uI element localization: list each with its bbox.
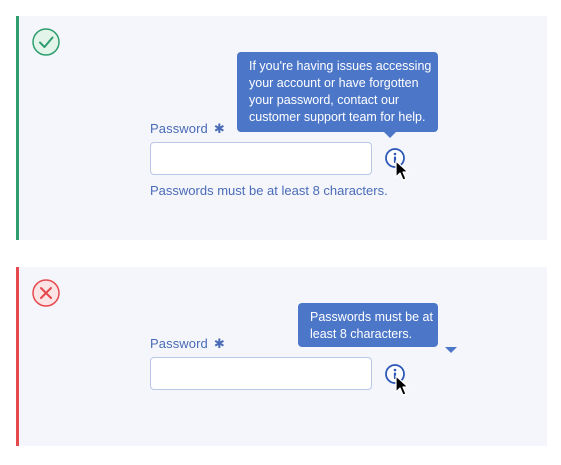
- field-label-text: Password: [150, 336, 208, 351]
- tooltip-line: If you're having issues accessing: [249, 59, 432, 73]
- pointer-cursor-icon: [395, 375, 409, 396]
- check-circle-icon: [32, 28, 60, 56]
- help-tooltip: If you're having issues accessing your a…: [237, 52, 438, 138]
- pointer-cursor-icon: [395, 160, 409, 181]
- field-label: Password ✱: [150, 336, 225, 352]
- field-label-text: Password: [150, 121, 208, 136]
- tooltip-line: your password, contact our: [249, 93, 400, 107]
- success-example-panel: If you're having issues accessing your a…: [16, 16, 547, 240]
- help-text: Passwords must be at least 8 characters.: [150, 183, 388, 198]
- password-input[interactable]: [150, 142, 372, 175]
- password-input[interactable]: [150, 357, 372, 390]
- tooltip-line: Passwords must be at: [310, 310, 433, 324]
- tooltip-line: least 8 characters.: [310, 327, 413, 341]
- required-icon: ✱: [213, 336, 225, 351]
- tooltip-line: your account or have forgotten: [249, 76, 419, 90]
- help-tooltip: Passwords must be at least 8 characters.: [298, 303, 457, 353]
- required-icon: ✱: [213, 121, 225, 136]
- error-example-panel: Passwords must be at least 8 characters.…: [16, 267, 547, 446]
- field-label: Password ✱: [150, 121, 225, 137]
- x-circle-icon: [32, 279, 60, 307]
- tooltip-line: customer support team for help.: [249, 110, 426, 124]
